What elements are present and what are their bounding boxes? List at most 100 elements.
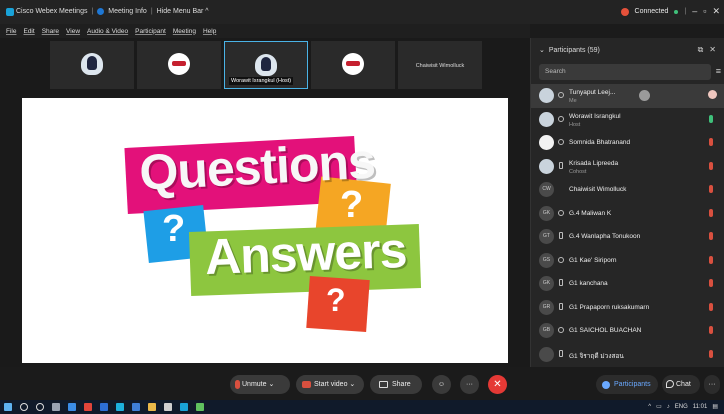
store-icon[interactable] (164, 403, 172, 411)
participants-header[interactable]: ⌄ Participants (59) (539, 46, 600, 55)
mic-muted-icon[interactable] (709, 302, 713, 311)
video-tile-active[interactable]: Worawit Israngkul (Host) (224, 41, 308, 89)
mic-muted-icon[interactable] (709, 255, 713, 264)
mic-muted-icon[interactable] (709, 138, 713, 146)
participant-row[interactable]: GK G.4 Maliwan K (531, 202, 724, 226)
webex-logo-icon (6, 8, 14, 16)
participant-name: G1 จิราฤดี ม่วงสอน (569, 352, 624, 360)
network-icon[interactable]: ▭ (656, 403, 662, 410)
end-meeting-button[interactable]: ✕ (488, 375, 507, 394)
chevron-down-icon[interactable]: ⌄ (349, 381, 355, 388)
mic-muted-icon[interactable] (708, 90, 717, 99)
mic-on-icon[interactable] (709, 114, 713, 123)
taskbar-app-icon[interactable] (100, 403, 108, 411)
share-icon (379, 381, 388, 388)
shared-content-area: Questions Answers ? ? ? (0, 92, 530, 367)
meeting-info-button[interactable]: Meeting Info (108, 8, 147, 15)
video-tile[interactable] (311, 41, 395, 89)
participant-name: Somnida Bhatranand (569, 139, 631, 146)
participants-list: Tunyaput Leej... Me Worawit Israngkul Ho… (531, 84, 724, 366)
menu-edit[interactable]: Edit (23, 28, 34, 35)
menu-help[interactable]: Help (203, 28, 216, 35)
more-panels-button[interactable]: ··· (704, 375, 720, 394)
participant-row[interactable]: GK G1 kanchana (531, 272, 724, 296)
menu-share[interactable]: Share (42, 28, 59, 35)
taskbar-app-icon[interactable] (68, 403, 76, 411)
close-panel-icon[interactable]: ✕ (709, 45, 716, 55)
video-tile[interactable] (137, 41, 221, 89)
webex-taskbar-icon[interactable] (180, 403, 188, 411)
menu-audio-video[interactable]: Audio & Video (87, 28, 128, 35)
language-indicator[interactable]: ENG (675, 404, 688, 410)
participants-toggle-button[interactable]: Participants (596, 375, 658, 394)
taskbar-app-icon[interactable] (196, 403, 204, 411)
participant-row[interactable]: Tunyaput Leej... Me (531, 84, 724, 108)
participant-row[interactable]: GB G1 SAICHOL BUACHAN (531, 319, 724, 343)
more-options-button[interactable]: ··· (460, 375, 479, 394)
chevron-down-icon[interactable]: ⌄ (268, 381, 274, 388)
participant-initials-avatar: GK (539, 276, 554, 291)
participants-search-input[interactable]: Search (539, 64, 711, 80)
mic-muted-icon[interactable] (709, 326, 713, 334)
taskbar-app-icon[interactable] (132, 403, 140, 411)
participant-row[interactable]: G1 จิราฤดี ม่วงสอน (531, 343, 724, 367)
participant-avatar (539, 135, 554, 150)
edge-icon[interactable] (116, 403, 124, 411)
file-explorer-icon[interactable] (148, 403, 156, 411)
start-video-button[interactable]: Start video ⌄ (296, 375, 364, 394)
participant-name: G.4 Wanlapha Tonukoon (569, 233, 641, 240)
participant-row[interactable]: CW Chaiwisit Wimolluck (531, 178, 724, 202)
chevron-down-icon[interactable]: ⌄ (539, 46, 545, 54)
taskbar-app-icon[interactable] (84, 403, 92, 411)
participant-avatar (342, 53, 364, 75)
mic-muted-icon[interactable] (709, 279, 713, 287)
list-options-icon[interactable]: ≡ (716, 66, 721, 76)
mic-muted-icon[interactable] (709, 232, 713, 240)
reactions-button[interactable]: ☺ (432, 375, 451, 394)
participant-row[interactable]: GT G.4 Wanlapha Tonukoon (531, 225, 724, 249)
mic-muted-icon[interactable] (709, 185, 713, 193)
minimize-button[interactable]: – (692, 7, 697, 16)
menu-file[interactable]: File (6, 28, 16, 35)
participant-avatar (539, 158, 554, 174)
notifications-icon[interactable]: ▤ (712, 403, 718, 410)
task-view-icon[interactable] (52, 403, 60, 411)
participant-row[interactable]: Worawit Israngkul Host (531, 108, 724, 132)
raise-hand-icon[interactable] (639, 90, 650, 101)
chevron-up-icon[interactable]: ^ (648, 404, 651, 410)
info-icon[interactable] (97, 8, 105, 15)
mic-muted-icon[interactable] (709, 349, 713, 358)
mic-muted-icon[interactable] (709, 161, 713, 170)
separator: | (91, 8, 94, 15)
popout-icon[interactable]: ⧉ (698, 45, 704, 55)
menu-meeting[interactable]: Meeting (173, 28, 196, 35)
start-video-label: Start video (314, 381, 348, 388)
close-window-button[interactable]: ✕ (712, 7, 720, 16)
computer-audio-icon (558, 115, 564, 122)
hide-menu-bar-button[interactable]: Hide Menu Bar ^ (157, 8, 209, 15)
menu-view[interactable]: View (66, 28, 80, 35)
participant-name: Chaiwisit Wimolluck (569, 186, 627, 193)
participant-row[interactable]: Somnida Bhatranand (531, 131, 724, 155)
participant-row[interactable]: GR G1 Prapaporn ruksakumarn (531, 296, 724, 320)
volume-icon[interactable]: ♪ (667, 404, 670, 410)
participant-row[interactable]: Krisada Lipreeda Cohost (531, 155, 724, 179)
participant-initials-avatar: GB (539, 323, 554, 338)
phone-icon (559, 232, 563, 239)
menu-participant[interactable]: Participant (135, 28, 166, 35)
unmute-button[interactable]: Unmute ⌄ (230, 375, 290, 394)
participants-title: Participants (59) (548, 46, 600, 54)
video-tile[interactable] (50, 41, 134, 89)
cortana-icon[interactable] (36, 403, 44, 411)
share-button[interactable]: Share (370, 375, 422, 394)
participant-row[interactable]: GS G1 Kae' Siriporn (531, 249, 724, 273)
clock[interactable]: 11:01 (693, 404, 708, 410)
maximize-button[interactable]: ▫ (703, 7, 706, 16)
video-tile-name: Chaiwisit Wimolluck (415, 63, 465, 69)
video-tile[interactable]: Chaiwisit Wimolluck (398, 41, 482, 89)
start-windows-icon[interactable] (4, 403, 12, 411)
search-icon[interactable] (20, 403, 28, 411)
smiley-icon: ☺ (437, 381, 446, 388)
chat-button[interactable]: Chat (662, 375, 700, 394)
mic-muted-icon[interactable] (709, 208, 713, 217)
